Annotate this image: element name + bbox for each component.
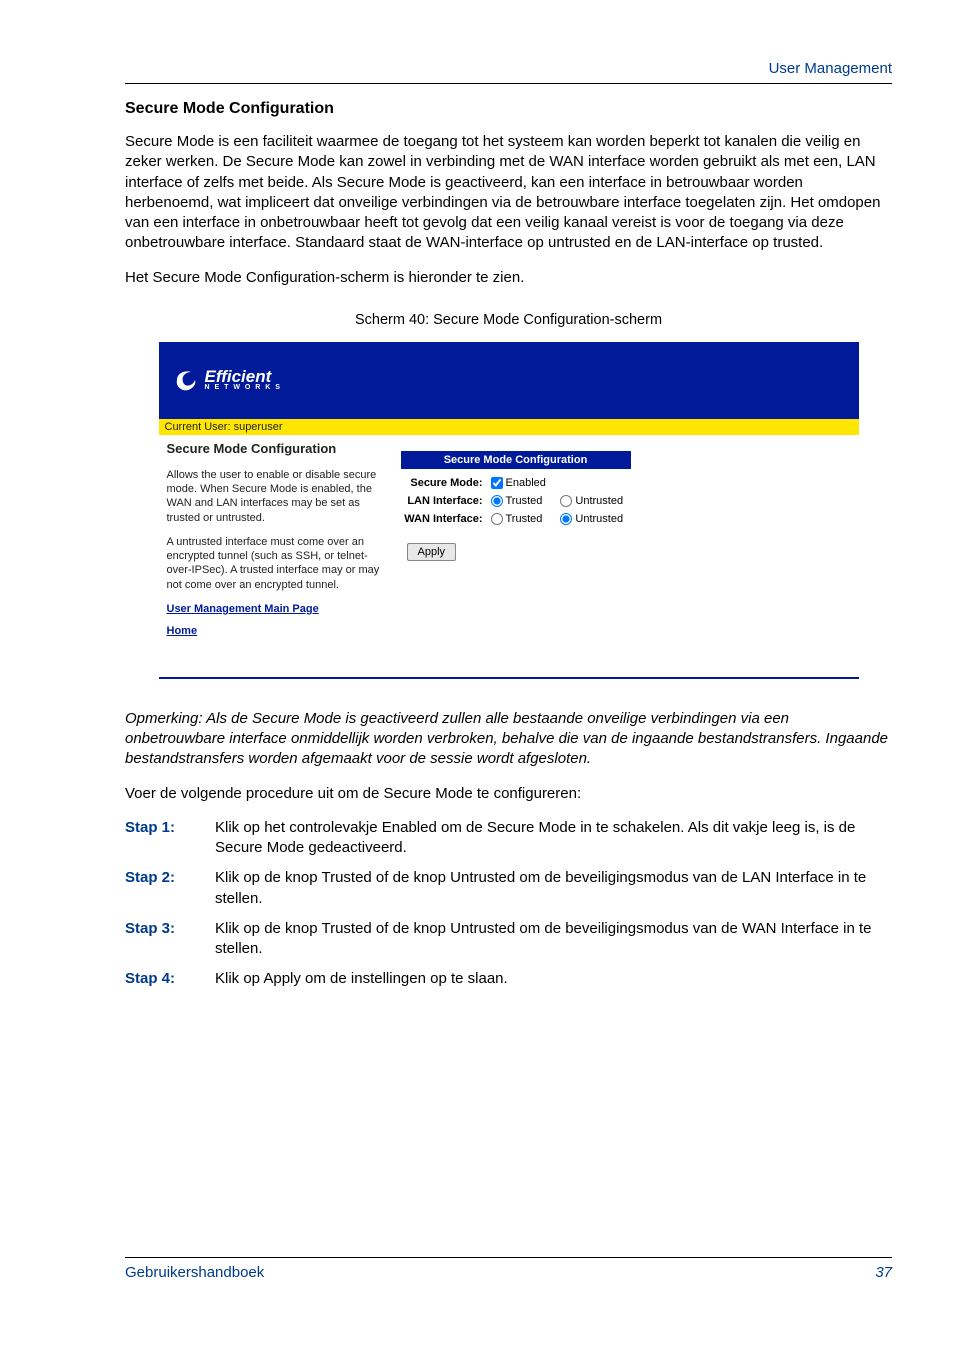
step-1-label: Stap 1: bbox=[125, 818, 215, 859]
wan-trusted-label: Trusted bbox=[506, 513, 543, 525]
step-4-label: Stap 4: bbox=[125, 969, 215, 989]
enabled-checkbox[interactable] bbox=[491, 477, 503, 489]
intro-paragraph-2: Het Secure Mode Configuration-scherm is … bbox=[125, 268, 892, 288]
lan-trusted-label: Trusted bbox=[506, 495, 543, 507]
step-1: Stap 1: Klik op het controlevakje Enable… bbox=[125, 818, 892, 859]
logo-swirl-icon bbox=[173, 368, 201, 392]
step-2-label: Stap 2: bbox=[125, 868, 215, 909]
lan-untrusted-radio[interactable] bbox=[560, 495, 572, 507]
step-3: Stap 3: Klik op de knop Trusted of de kn… bbox=[125, 919, 892, 960]
current-user-bar: Current User: superuser bbox=[159, 419, 859, 435]
lan-trusted-radio[interactable] bbox=[491, 495, 503, 507]
lan-label: LAN Interface: bbox=[401, 495, 491, 507]
screenshot-form-panel: Secure Mode Configuration Secure Mode: E… bbox=[391, 435, 859, 677]
page-number: 37 bbox=[875, 1264, 892, 1281]
steps-list: Stap 1: Klik op het controlevakje Enable… bbox=[125, 818, 892, 990]
wan-interface-row: WAN Interface: Trusted Untrusted bbox=[401, 513, 849, 525]
step-4-text: Klik op Apply om de instellingen op te s… bbox=[215, 969, 892, 989]
user-management-link[interactable]: User Management Main Page bbox=[167, 602, 383, 616]
step-1-text: Klik op het controlevakje Enabled om de … bbox=[215, 818, 892, 859]
header-breadcrumb: User Management bbox=[125, 60, 892, 77]
embedded-screenshot: Efficient N E T W O R K S Current User: … bbox=[159, 342, 859, 679]
secure-mode-label: Secure Mode: bbox=[401, 477, 491, 489]
footer-left: Gebruikershandboek bbox=[125, 1264, 264, 1281]
screenshot-header: Efficient N E T W O R K S bbox=[159, 342, 859, 419]
lan-untrusted-label: Untrusted bbox=[575, 495, 623, 507]
header-rule bbox=[125, 83, 892, 84]
step-2: Stap 2: Klik op de knop Trusted of de kn… bbox=[125, 868, 892, 909]
lan-interface-row: LAN Interface: Trusted Untrusted bbox=[401, 495, 849, 507]
page-title: Secure Mode Configuration bbox=[125, 100, 892, 118]
page-footer: Gebruikershandboek 37 bbox=[125, 1257, 892, 1281]
wan-trusted-radio[interactable] bbox=[491, 513, 503, 525]
note-paragraph: Opmerking: Als de Secure Mode is geactiv… bbox=[125, 709, 892, 770]
logo-sub-text: N E T W O R K S bbox=[205, 385, 282, 391]
step-2-text: Klik op de knop Trusted of de knop Untru… bbox=[215, 868, 892, 909]
secure-mode-row: Secure Mode: Enabled bbox=[401, 477, 849, 489]
sidebar-title: Secure Mode Configuration bbox=[167, 441, 383, 458]
sidebar-desc-1: Allows the user to enable or disable sec… bbox=[167, 468, 383, 525]
procedure-intro: Voer de volgende procedure uit om de Sec… bbox=[125, 784, 892, 804]
logo-main-text: Efficient bbox=[205, 369, 282, 384]
sidebar-desc-2: A untrusted interface must come over an … bbox=[167, 535, 383, 592]
enabled-label: Enabled bbox=[506, 477, 546, 489]
wan-label: WAN Interface: bbox=[401, 513, 491, 525]
home-link[interactable]: Home bbox=[167, 624, 383, 638]
step-3-label: Stap 3: bbox=[125, 919, 215, 960]
figure-caption: Scherm 40: Secure Mode Configuration-sch… bbox=[125, 312, 892, 328]
form-caption: Secure Mode Configuration bbox=[401, 451, 631, 469]
wan-untrusted-label: Untrusted bbox=[575, 513, 623, 525]
brand-logo: Efficient N E T W O R K S bbox=[173, 368, 282, 392]
apply-button[interactable]: Apply bbox=[407, 543, 457, 561]
intro-paragraph-1: Secure Mode is een faciliteit waarmee de… bbox=[125, 132, 892, 254]
footer-rule bbox=[125, 1257, 892, 1258]
step-4: Stap 4: Klik op Apply om de instellingen… bbox=[125, 969, 892, 989]
wan-untrusted-radio[interactable] bbox=[560, 513, 572, 525]
screenshot-sidebar: Secure Mode Configuration Allows the use… bbox=[159, 435, 391, 677]
step-3-text: Klik op de knop Trusted of de knop Untru… bbox=[215, 919, 892, 960]
